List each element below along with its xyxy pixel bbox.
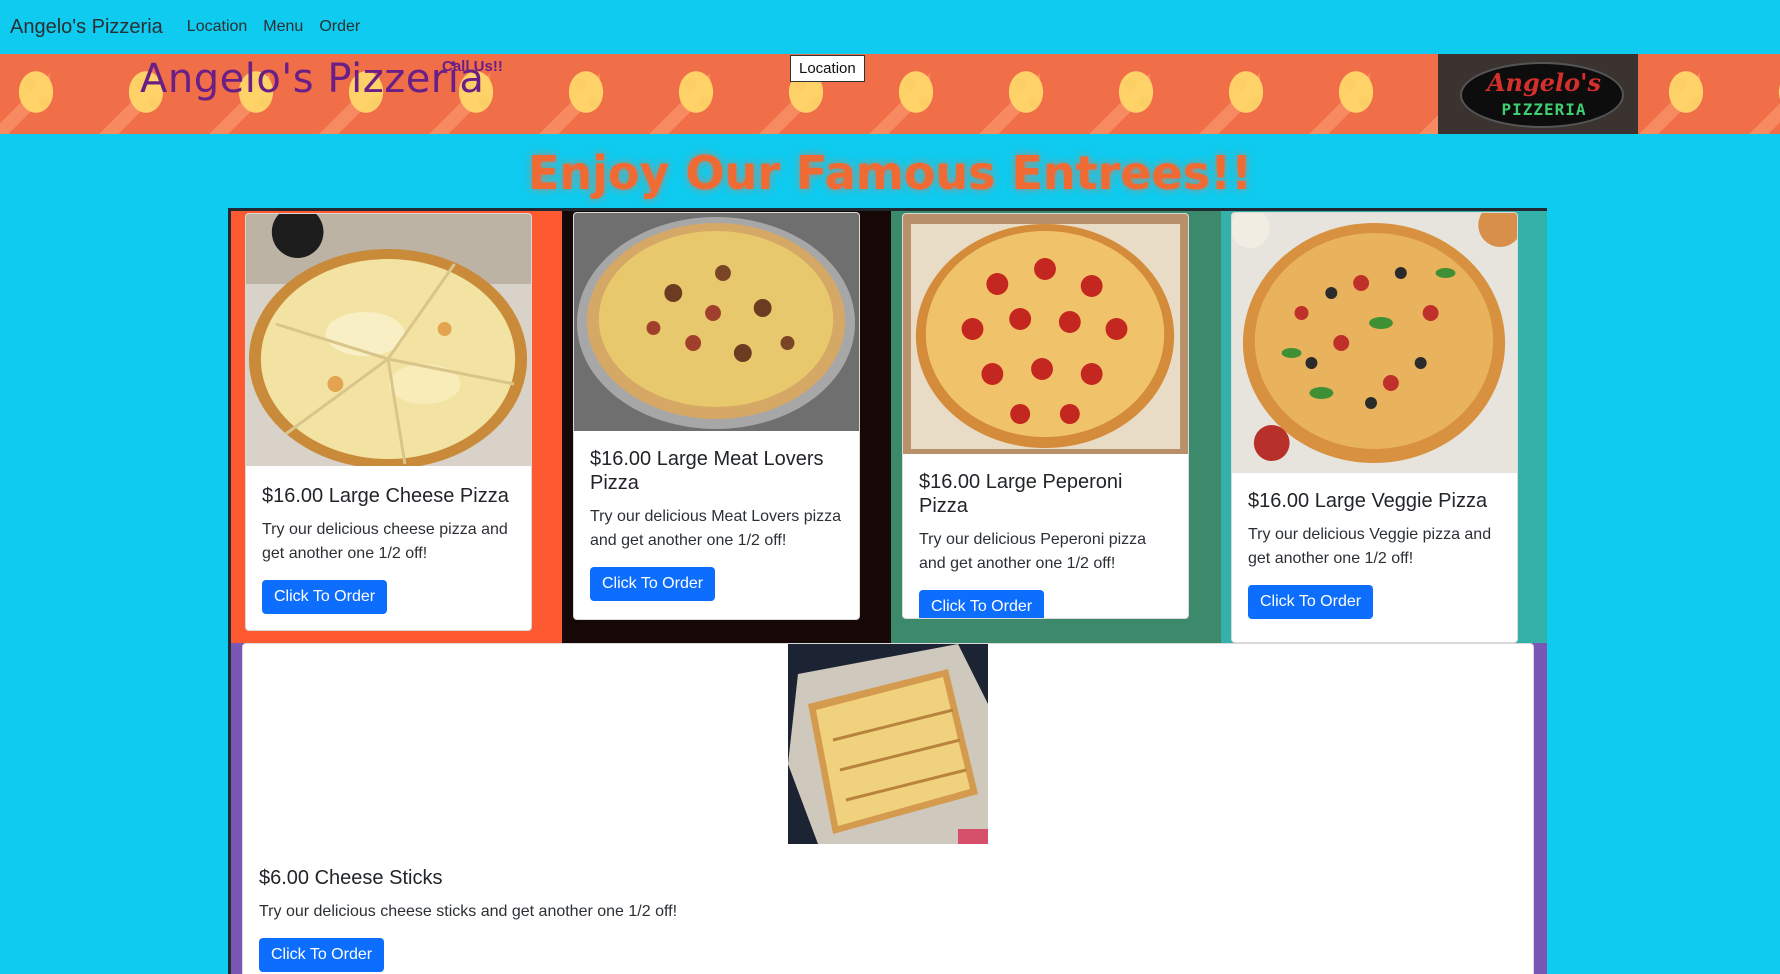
card-text: Try our delicious cheese pizza and get a… (262, 521, 508, 562)
order-button-meat-lovers[interactable]: Click To Order (590, 567, 716, 601)
menu-card-cheese-sticks: $6.00 Cheese Sticks Try our delicious ch… (242, 643, 1534, 974)
nav-link-order[interactable]: Order (319, 18, 360, 36)
menu-card-peperoni: $16.00 Large Peperoni Pizza Try our deli… (902, 213, 1189, 619)
menu-card-meat-lovers: $16.00 Large Meat Lovers Pizza Try our d… (573, 212, 860, 620)
logo-subtitle: PIZZERIA (1501, 100, 1587, 119)
meat-lovers-pizza-image (574, 213, 859, 431)
card-text: Try our delicious cheese sticks and get … (259, 903, 678, 920)
peperoni-pizza-image (903, 214, 1188, 454)
order-button-peperoni[interactable]: Click To Order (919, 590, 1045, 618)
card-title: $16.00 Large Peperoni Pizza (919, 471, 1123, 517)
card-text: Try our delicious Peperoni pizza and get… (919, 531, 1147, 572)
veggie-pizza-image (1232, 213, 1517, 473)
pizzeria-logo: Angelo's PIZZERIA (1438, 54, 1638, 134)
card-text: Try our delicious Veggie pizza and get a… (1248, 526, 1492, 567)
menu-card-cheese: $16.00 Large Cheese Pizza Try our delici… (245, 213, 532, 631)
menu-cell-cheese-sticks: $6.00 Cheese Sticks Try our delicious ch… (231, 643, 1547, 974)
pizza-banner: Angelo's Pizzeria Call Us!! Location Ang… (0, 54, 1780, 134)
top-navbar: Angelo's Pizzeria Location Menu Order (0, 0, 1780, 54)
page-heading: Enjoy Our Famous Entrees!! (527, 146, 1253, 200)
menu-cell-meat-lovers: $16.00 Large Meat Lovers Pizza Try our d… (562, 211, 891, 643)
card-title: $6.00 Cheese Sticks (259, 867, 443, 889)
order-button-cheese-sticks[interactable]: Click To Order (259, 938, 385, 972)
menu-cell-peperoni: $16.00 Large Peperoni Pizza Try our deli… (891, 211, 1221, 643)
call-us-link[interactable]: Call Us!! (442, 58, 503, 75)
navbar-brand[interactable]: Angelo's Pizzeria (10, 16, 163, 39)
menu-card-veggie: $16.00 Large Veggie Pizza Try our delici… (1231, 212, 1518, 643)
cheese-pizza-image (246, 214, 531, 466)
card-text: Try our delicious Meat Lovers pizza and … (590, 508, 842, 549)
nav-link-location[interactable]: Location (187, 18, 248, 36)
menu-cell-veggie: $16.00 Large Veggie Pizza Try our delici… (1221, 211, 1547, 643)
card-title: $16.00 Large Veggie Pizza (1248, 490, 1488, 512)
banner-title: Angelo's Pizzeria (140, 56, 485, 102)
menu-cell-cheese: $16.00 Large Cheese Pizza Try our delici… (231, 211, 562, 643)
logo-name: Angelo's (1486, 68, 1602, 97)
location-button[interactable]: Location (790, 55, 865, 82)
menu-grid: $16.00 Large Cheese Pizza Try our delici… (228, 208, 1547, 974)
order-button-veggie[interactable]: Click To Order (1248, 585, 1374, 619)
cheese-sticks-image (788, 644, 988, 844)
card-title: $16.00 Large Meat Lovers Pizza (590, 448, 824, 494)
card-title: $16.00 Large Cheese Pizza (262, 485, 509, 507)
order-button-cheese[interactable]: Click To Order (262, 580, 388, 614)
nav-link-menu[interactable]: Menu (263, 18, 303, 36)
logo-oval: Angelo's PIZZERIA (1460, 62, 1624, 128)
